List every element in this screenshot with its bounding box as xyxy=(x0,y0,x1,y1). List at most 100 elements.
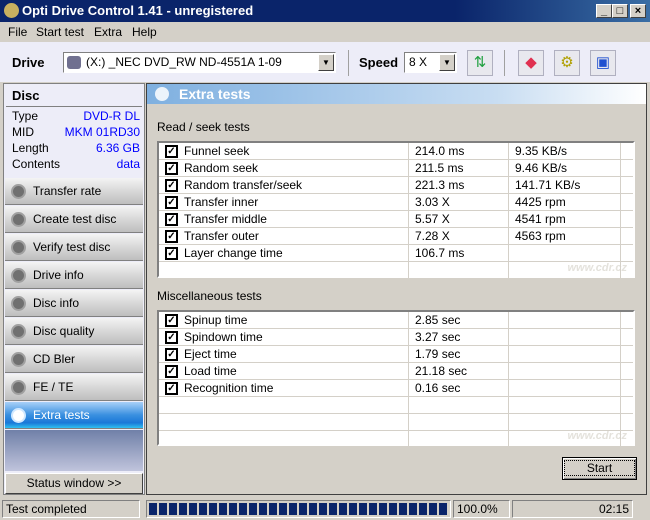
test-checkbox[interactable]: ✓ xyxy=(165,382,178,395)
value-cell: 214.0 ms xyxy=(409,143,509,160)
test-name: Recognition time xyxy=(184,381,274,395)
minimize-button[interactable]: _ xyxy=(596,4,612,18)
test-checkbox[interactable]: ✓ xyxy=(165,196,178,209)
nav-transfer-rate[interactable]: Transfer rate xyxy=(5,178,143,205)
table-row xyxy=(159,397,633,414)
nav-label: Transfer rate xyxy=(33,184,102,198)
value2-cell xyxy=(509,262,621,279)
test-checkbox[interactable]: ✓ xyxy=(165,331,178,344)
test-name: Transfer outer xyxy=(184,229,259,243)
value-cell: 211.5 ms xyxy=(409,160,509,177)
test-checkbox[interactable]: ✓ xyxy=(165,162,178,175)
test-name-cell: ✓ Transfer inner xyxy=(159,194,409,211)
menu-file[interactable]: File xyxy=(8,25,27,39)
table-row xyxy=(159,262,633,279)
menu-extra[interactable]: Extra xyxy=(94,25,122,39)
progress-fill xyxy=(149,503,448,515)
disc-icon xyxy=(11,352,26,367)
disc-info-value: MKM 01RD30 xyxy=(64,125,140,139)
test-value: 221.3 ms xyxy=(415,178,465,192)
drive-value: (X:) _NEC DVD_RW ND-4551A 1-09 xyxy=(86,55,282,69)
value-cell: 7.28 X xyxy=(409,228,509,245)
value2-cell: 9.46 KB/s xyxy=(509,160,621,177)
settings-button[interactable]: ⚙ xyxy=(554,50,580,76)
refresh-icon: ⇅ xyxy=(473,54,487,71)
test-value: 211.5 ms xyxy=(415,161,464,175)
test-value: 5.57 X xyxy=(415,212,450,226)
speed-label: Speed xyxy=(359,55,399,70)
test-checkbox[interactable]: ✓ xyxy=(165,179,178,192)
test-checkbox[interactable]: ✓ xyxy=(165,348,178,361)
nav-disc-quality[interactable]: Disc quality xyxy=(5,318,143,345)
elapsed-time: 02:15 xyxy=(512,500,633,518)
nav-fe-te[interactable]: FE / TE xyxy=(5,374,143,401)
nav-cd-bler[interactable]: CD Bler xyxy=(5,346,143,373)
nav-label: FE / TE xyxy=(33,380,74,394)
drive-icon xyxy=(67,56,81,69)
test-checkbox[interactable]: ✓ xyxy=(165,247,178,260)
close-button[interactable]: × xyxy=(630,4,646,18)
status-window-button[interactable]: Status window >> xyxy=(5,473,143,494)
test-name-cell: ✓ Layer change time xyxy=(159,245,409,262)
panel-header: Extra tests xyxy=(147,84,646,104)
table-row: ✓ Eject time 1.79 sec xyxy=(159,346,633,363)
nav-empty-area xyxy=(5,430,143,471)
test-name: Load time xyxy=(184,364,237,378)
menu-help[interactable]: Help xyxy=(132,25,157,39)
disc-info-value: data xyxy=(116,157,140,171)
chevron-down-icon[interactable]: ▼ xyxy=(439,54,455,71)
test-value: 106.7 ms xyxy=(415,246,465,260)
toolbar: Drive (X:) _NEC DVD_RW ND-4551A 1-09 ▼ S… xyxy=(0,42,650,82)
panel-title: Extra tests xyxy=(179,86,251,102)
disc-icon xyxy=(11,240,26,255)
nav-disc-info[interactable]: Disc info xyxy=(5,290,143,317)
table-row: ✓ Layer change time 106.7 ms xyxy=(159,245,633,262)
test-checkbox[interactable]: ✓ xyxy=(165,314,178,327)
menu-start-test[interactable]: Start test xyxy=(36,25,84,39)
test-value2: 141.71 KB/s xyxy=(515,178,581,192)
table-row: ✓ Spinup time 2.85 sec xyxy=(159,312,633,329)
save-button[interactable]: ▣ xyxy=(590,50,616,76)
nav-create-test-disc[interactable]: Create test disc xyxy=(5,206,143,233)
test-name-cell: ✓ Funnel seek xyxy=(159,143,409,160)
disc-icon xyxy=(11,380,26,395)
value2-cell: 9.35 KB/s xyxy=(509,143,621,160)
test-name: Spindown time xyxy=(184,330,263,344)
test-checkbox[interactable]: ✓ xyxy=(165,230,178,243)
erase-button[interactable]: ◆ xyxy=(518,50,544,76)
speed-select[interactable]: 8 X ▼ xyxy=(404,52,457,73)
separator xyxy=(348,50,349,76)
progress-bar xyxy=(146,500,451,518)
chevron-down-icon[interactable]: ▼ xyxy=(318,54,334,71)
nav-verify-test-disc[interactable]: Verify test disc xyxy=(5,234,143,261)
disc-info-key: MID xyxy=(12,125,34,139)
value-cell xyxy=(409,262,509,279)
test-name-cell: ✓ Recognition time xyxy=(159,380,409,397)
nav-extra-tests[interactable]: Extra tests xyxy=(5,402,143,429)
value-cell xyxy=(409,431,509,448)
test-value2: 4563 rpm xyxy=(515,229,566,243)
test-checkbox[interactable]: ✓ xyxy=(165,145,178,158)
test-value2: 9.35 KB/s xyxy=(515,144,568,158)
table-row xyxy=(159,431,633,448)
table-row: ✓ Load time 21.18 sec xyxy=(159,363,633,380)
disc-icon xyxy=(11,268,26,283)
test-checkbox[interactable]: ✓ xyxy=(165,365,178,378)
table-row: ✓ Recognition time 0.16 sec xyxy=(159,380,633,397)
nav-label: Verify test disc xyxy=(33,240,111,254)
test-name: Random transfer/seek xyxy=(184,178,303,192)
drive-select[interactable]: (X:) _NEC DVD_RW ND-4551A 1-09 ▼ xyxy=(63,52,336,73)
value2-cell xyxy=(509,245,621,262)
nav-drive-info[interactable]: Drive info xyxy=(5,262,143,289)
value2-cell: 4425 rpm xyxy=(509,194,621,211)
read-seek-label: Read / seek tests xyxy=(157,120,250,134)
test-checkbox[interactable]: ✓ xyxy=(165,213,178,226)
nav-label: Drive info xyxy=(33,268,84,282)
start-button[interactable]: Start xyxy=(562,457,637,480)
disc-icon xyxy=(11,212,26,227)
value-cell: 5.57 X xyxy=(409,211,509,228)
maximize-button[interactable]: □ xyxy=(612,4,628,18)
refresh-button[interactable]: ⇅ xyxy=(467,50,493,76)
test-name: Eject time xyxy=(184,347,237,361)
value2-cell xyxy=(509,380,621,397)
